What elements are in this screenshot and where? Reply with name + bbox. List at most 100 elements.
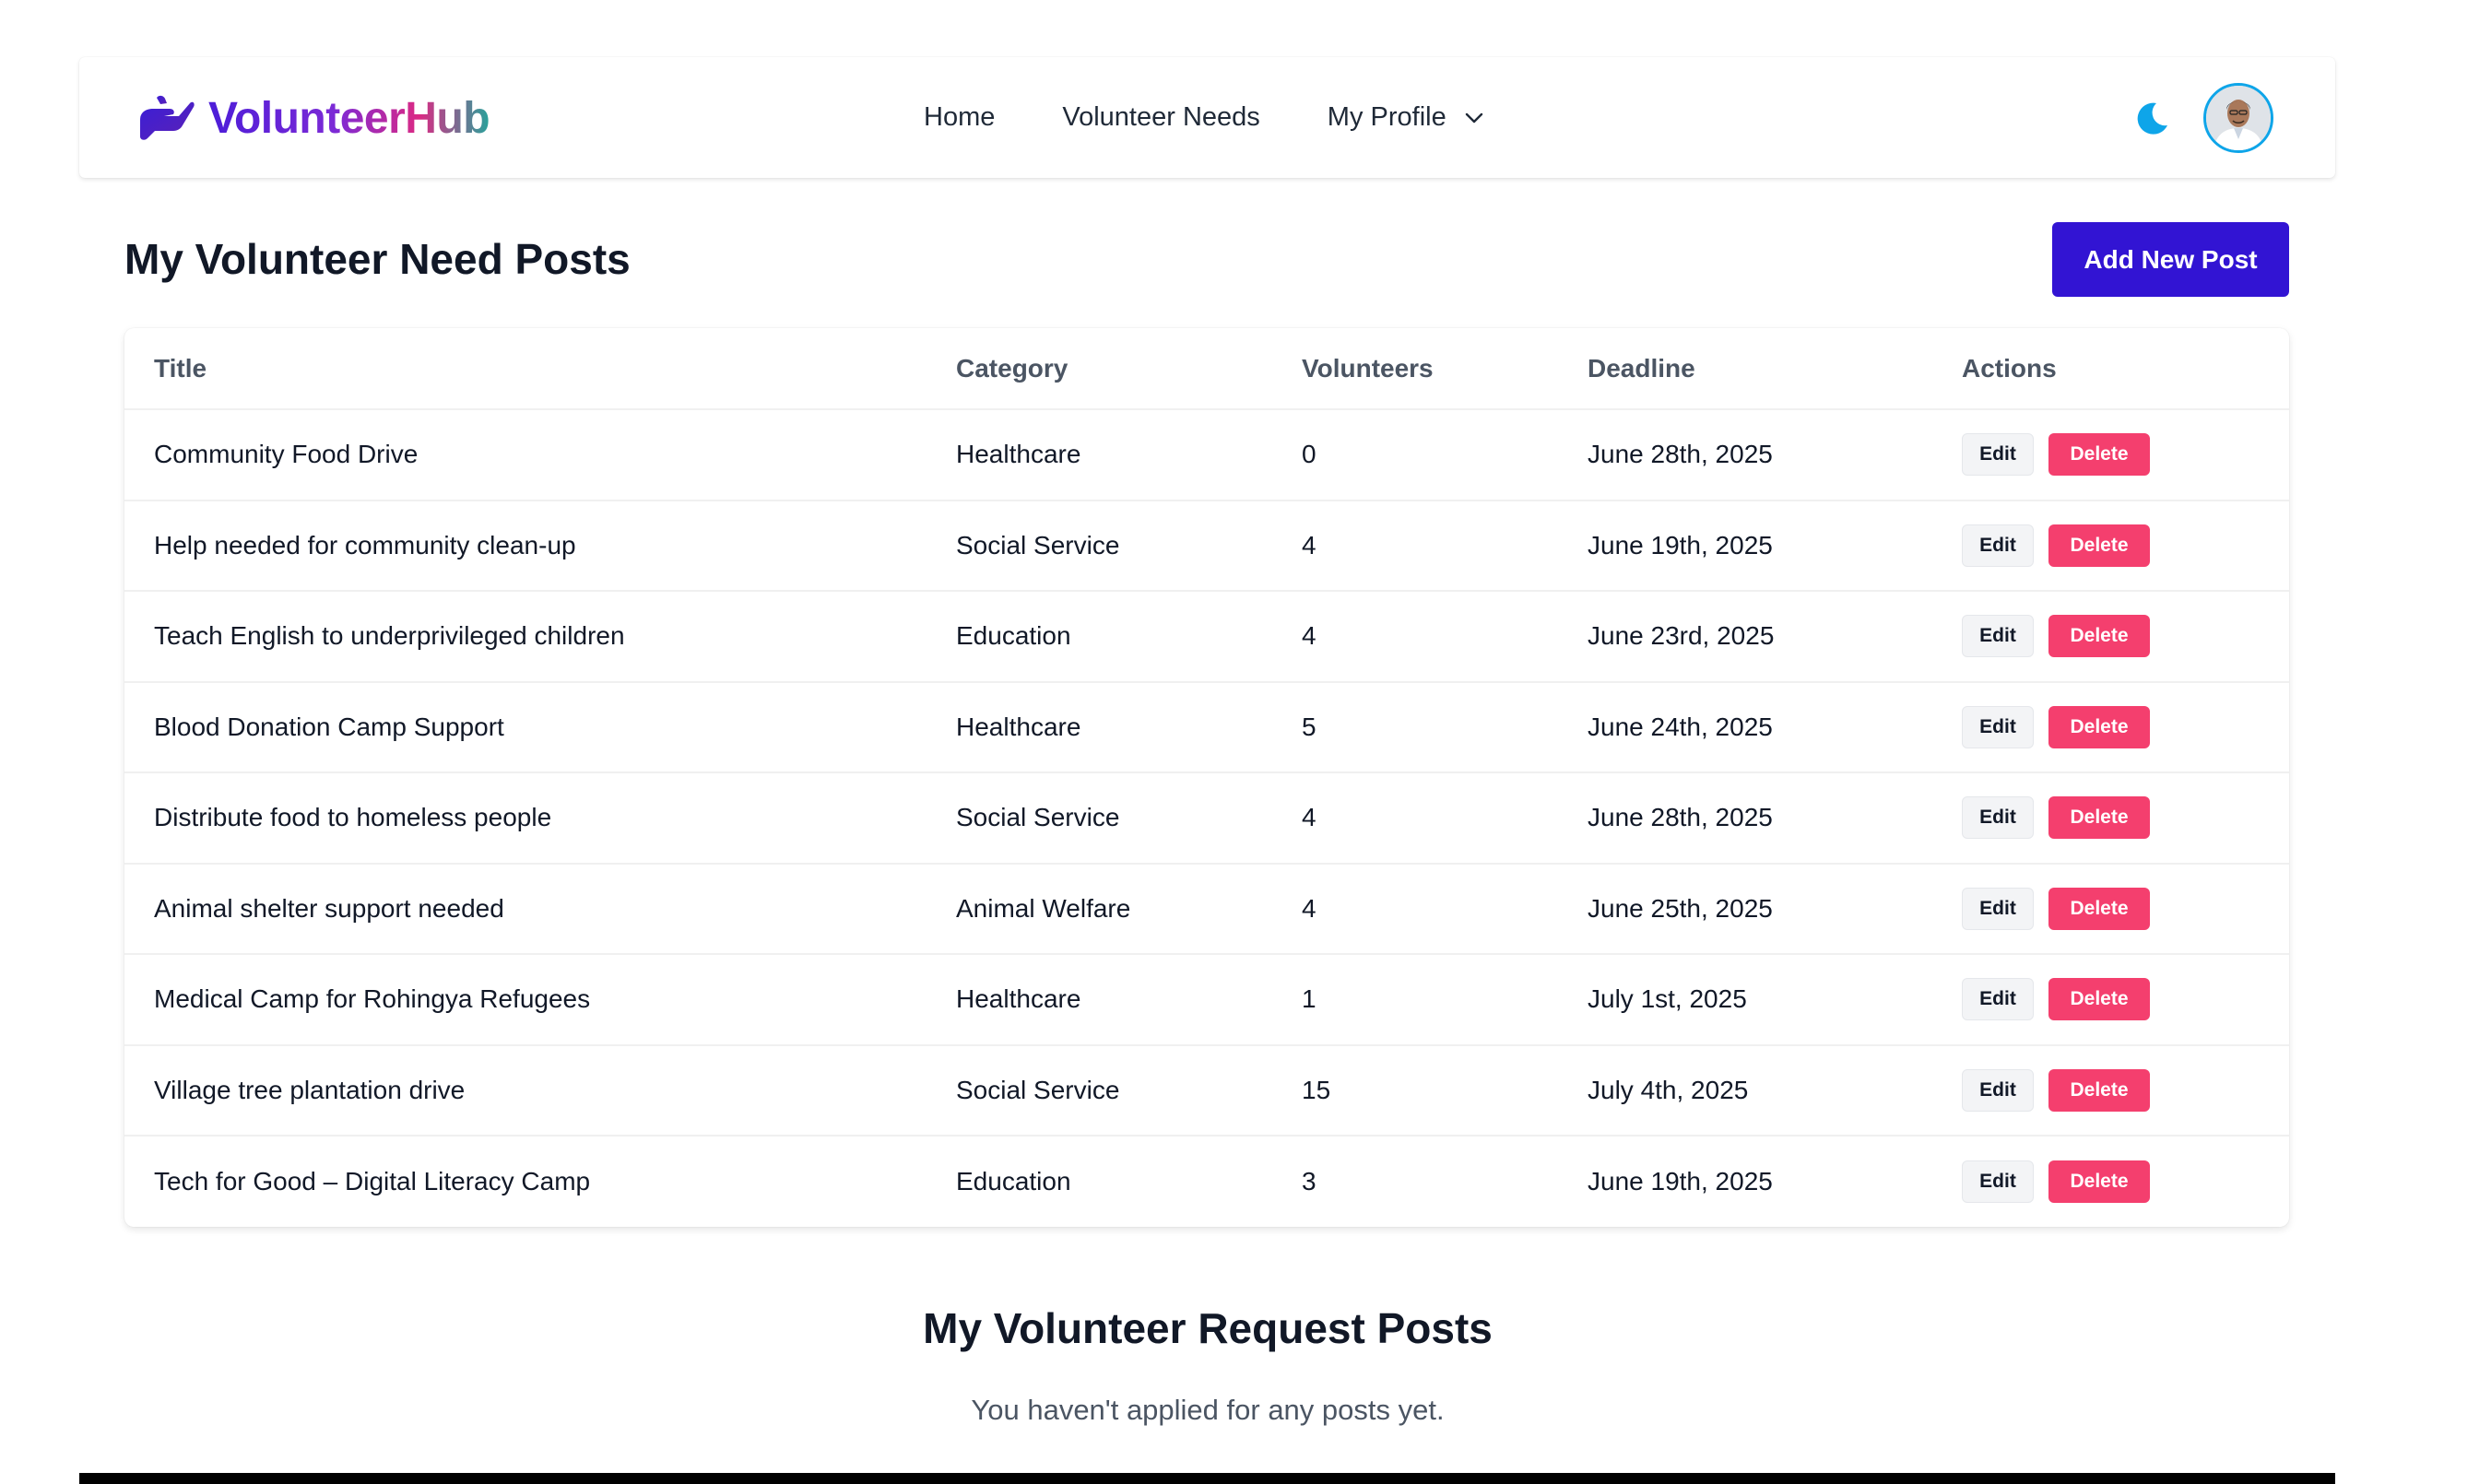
cell-actions: Edit Delete — [1962, 433, 2150, 477]
cell-title: Community Food Drive — [154, 440, 419, 469]
helping-hand-icon — [140, 95, 195, 140]
delete-button[interactable]: Delete — [2048, 978, 2150, 1021]
empty-requests-message: You haven't applied for any posts yet. — [971, 1394, 1445, 1426]
cell-category: Healthcare — [956, 440, 1081, 469]
cell-volunteers: 4 — [1302, 893, 1316, 923]
cell-volunteers: 0 — [1302, 440, 1316, 469]
edit-button[interactable]: Edit — [1962, 978, 2034, 1021]
table-row: Help needed for community clean-up Social… — [124, 501, 2289, 592]
cell-actions: Edit Delete — [1962, 1160, 2150, 1204]
header-category: Category — [956, 353, 1068, 383]
nav-my-profile[interactable]: My Profile — [1328, 102, 1485, 133]
edit-button[interactable]: Edit — [1962, 705, 2034, 748]
footer — [79, 1473, 2335, 1484]
brand-name: VolunteerHub — [208, 93, 490, 143]
cell-category: Education — [956, 621, 1071, 651]
edit-button[interactable]: Edit — [1962, 524, 2034, 567]
user-avatar-image — [2206, 86, 2271, 150]
cell-actions: Edit Delete — [1962, 705, 2150, 748]
nav-home-label: Home — [924, 102, 996, 132]
cell-volunteers: 4 — [1302, 803, 1316, 832]
delete-button[interactable]: Delete — [2048, 705, 2150, 748]
cell-category: Social Service — [956, 1075, 1120, 1104]
cell-volunteers: 3 — [1302, 1167, 1316, 1196]
header-volunteers: Volunteers — [1302, 353, 1434, 383]
cell-title: Distribute food to homeless people — [154, 803, 552, 832]
cell-volunteers: 4 — [1302, 621, 1316, 651]
nav-volunteer-needs-label: Volunteer Needs — [1062, 102, 1260, 132]
table-body: Community Food Drive Healthcare 0 June 28th… — [124, 410, 2289, 1227]
edit-button[interactable]: Edit — [1962, 796, 2034, 840]
cell-category: Social Service — [956, 530, 1120, 559]
cell-actions: Edit Delete — [1962, 1068, 2150, 1112]
posts-table: Title Category Volunteers Deadline Actio… — [124, 328, 2289, 1227]
table-row: Community Food Drive Healthcare 0 June 28th… — [124, 410, 2289, 501]
header-title: Title — [154, 353, 207, 383]
cell-deadline: July 4th, 2025 — [1588, 1075, 1749, 1104]
cell-category: Social Service — [956, 803, 1120, 832]
cell-deadline: June 19th, 2025 — [1588, 530, 1773, 559]
edit-button[interactable]: Edit — [1962, 1160, 2034, 1204]
chevron-down-icon — [1465, 112, 1482, 123]
delete-button[interactable]: Delete — [2048, 524, 2150, 567]
cell-volunteers: 4 — [1302, 530, 1316, 559]
cell-deadline: June 19th, 2025 — [1588, 1167, 1773, 1196]
delete-button[interactable]: Delete — [2048, 1160, 2150, 1204]
delete-button[interactable]: Delete — [2048, 796, 2150, 840]
cell-actions: Edit Delete — [1962, 887, 2150, 930]
table-row: Blood Donation Camp Support Healthcare 5 Ju… — [124, 683, 2289, 773]
header-deadline: Deadline — [1588, 353, 1695, 383]
edit-button[interactable]: Edit — [1962, 1068, 2034, 1112]
delete-button[interactable]: Delete — [2048, 433, 2150, 477]
moon-icon[interactable] — [2134, 100, 2171, 136]
delete-button[interactable]: Delete — [2048, 887, 2150, 930]
cell-deadline: July 1st, 2025 — [1588, 984, 1747, 1014]
table-row: Medical Camp for Rohingya Refugees Health… — [124, 955, 2289, 1046]
cell-category: Healthcare — [956, 984, 1081, 1014]
navbar: VolunteerHub Home Volunteer Needs My Pro… — [79, 57, 2335, 178]
cell-deadline: June 25th, 2025 — [1588, 893, 1773, 923]
brand-logo[interactable]: VolunteerHub — [136, 90, 490, 146]
table-header: Title Category Volunteers Deadline Actio… — [124, 328, 2289, 410]
nav-my-profile-label: My Profile — [1327, 102, 1446, 132]
cell-deadline: June 24th, 2025 — [1588, 712, 1773, 741]
cell-volunteers: 15 — [1302, 1075, 1331, 1104]
cell-actions: Edit Delete — [1962, 796, 2150, 840]
edit-button[interactable]: Edit — [1962, 433, 2034, 477]
cell-title: Animal shelter support needed — [154, 893, 504, 923]
cell-title: Help needed for community clean-up — [154, 530, 576, 559]
table-row: Village tree plantation drive Social Serv… — [124, 1046, 2289, 1137]
cell-actions: Edit Delete — [1962, 615, 2150, 658]
cell-deadline: June 23rd, 2025 — [1588, 621, 1775, 651]
cell-title: Tech for Good – Digital Literacy Camp — [154, 1167, 591, 1196]
cell-title: Teach English to underprivileged childre… — [154, 621, 625, 651]
cell-category: Animal Welfare — [956, 893, 1131, 923]
delete-button[interactable]: Delete — [2048, 1068, 2150, 1112]
cell-title: Village tree plantation drive — [154, 1075, 466, 1104]
table-row: Teach English to underprivileged childre… — [124, 592, 2289, 683]
table-row: Distribute food to homeless people Social… — [124, 773, 2289, 865]
table-row: Tech for Good – Digital Literacy Camp Edu… — [124, 1137, 2289, 1227]
cell-deadline: June 28th, 2025 — [1588, 803, 1773, 832]
cell-actions: Edit Delete — [1962, 978, 2150, 1021]
edit-button[interactable]: Edit — [1962, 615, 2034, 658]
delete-button[interactable]: Delete — [2048, 615, 2150, 658]
nav-home[interactable]: Home — [924, 102, 995, 133]
page-title: My Volunteer Need Posts — [124, 235, 631, 283]
cell-category: Education — [956, 1167, 1071, 1196]
cell-deadline: June 28th, 2025 — [1588, 440, 1773, 469]
requests-section-title: My Volunteer Request Posts — [923, 1304, 1493, 1352]
cell-volunteers: 5 — [1302, 712, 1316, 741]
avatar[interactable] — [2203, 83, 2273, 153]
nav-menu: Home Volunteer Needs My Profile — [924, 57, 1485, 178]
edit-button[interactable]: Edit — [1962, 887, 2034, 930]
cell-title: Blood Donation Camp Support — [154, 712, 504, 741]
header-actions: Actions — [1962, 353, 2057, 383]
cell-volunteers: 1 — [1302, 984, 1316, 1014]
table-row: Animal shelter support needed Animal Welf… — [124, 865, 2289, 955]
add-new-post-button[interactable]: Add New Post — [2052, 222, 2289, 297]
cell-actions: Edit Delete — [1962, 524, 2150, 567]
nav-volunteer-needs[interactable]: Volunteer Needs — [1062, 102, 1259, 133]
cell-category: Healthcare — [956, 712, 1081, 741]
cell-title: Medical Camp for Rohingya Refugees — [154, 984, 591, 1014]
